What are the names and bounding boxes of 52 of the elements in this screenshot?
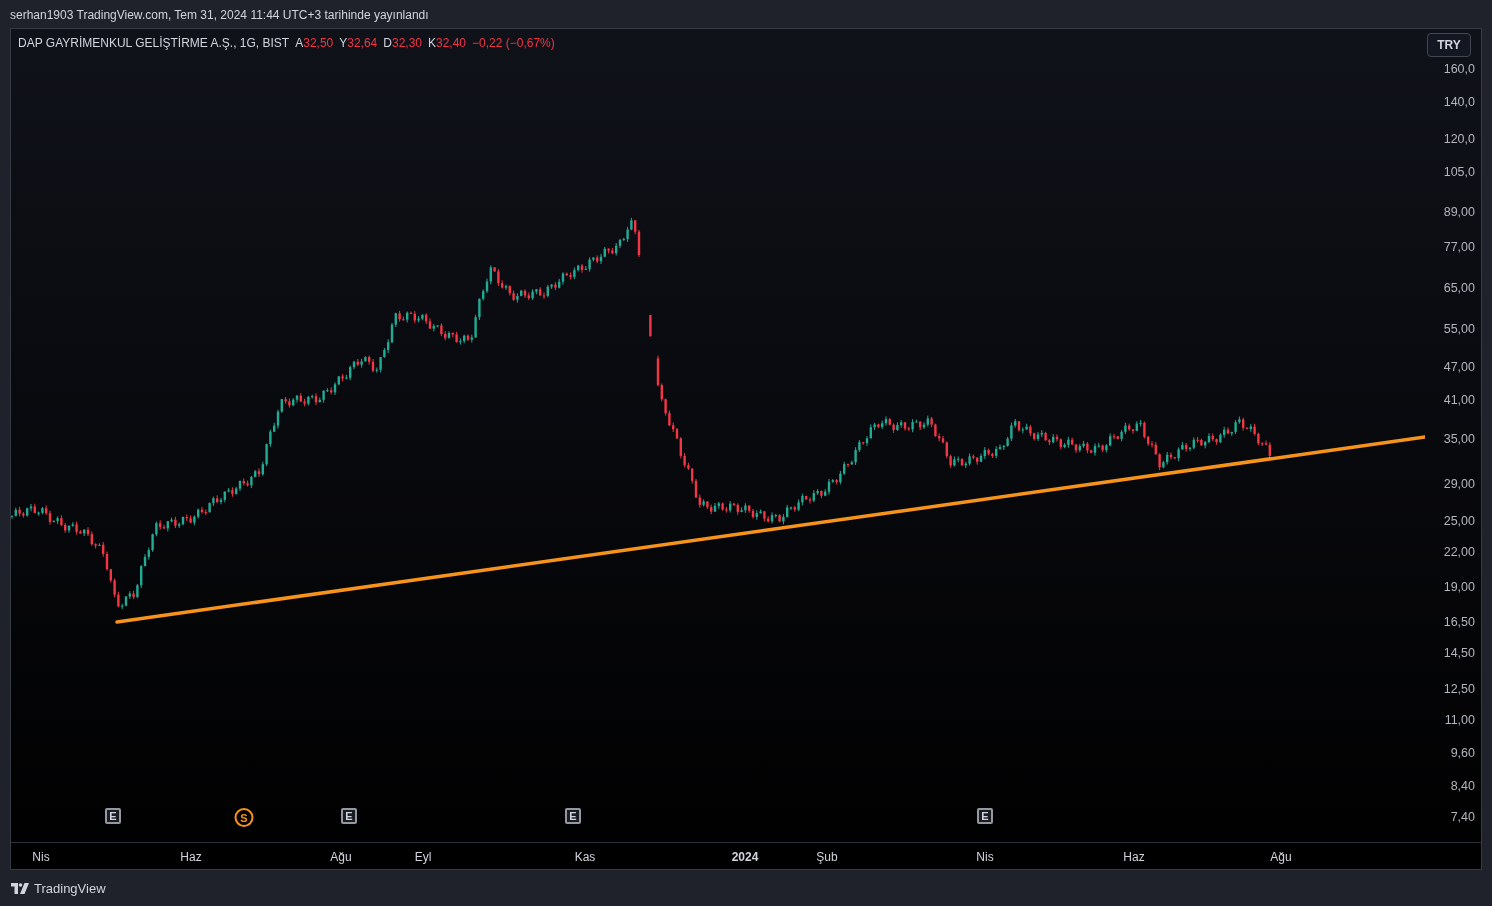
price-label: 25,00 bbox=[1443, 514, 1475, 528]
time-label: Kas bbox=[574, 850, 596, 864]
time-label: Nis bbox=[32, 850, 50, 864]
trend-line[interactable] bbox=[115, 435, 1425, 624]
price-label: 120,0 bbox=[1443, 132, 1475, 146]
ohlc-value: 32,40 bbox=[436, 36, 467, 50]
price-label: 14,50 bbox=[1443, 646, 1475, 660]
time-label: Şub bbox=[816, 850, 838, 864]
price-label: 77,00 bbox=[1443, 240, 1475, 254]
time-label: Haz bbox=[1123, 850, 1145, 864]
price-change: −0,22 (−0,67%) bbox=[472, 36, 555, 50]
price-label: 140,0 bbox=[1443, 95, 1475, 109]
ohlc-label: A bbox=[295, 36, 304, 50]
price-label: 105,0 bbox=[1443, 165, 1475, 179]
split-marker[interactable]: S bbox=[234, 808, 254, 827]
time-label: Nis bbox=[976, 850, 994, 864]
time-label: Ağu bbox=[1270, 850, 1292, 864]
price-label: 11,00 bbox=[1444, 713, 1475, 727]
price-label: 160,0 bbox=[1443, 62, 1475, 76]
price-label: 16,50 bbox=[1443, 615, 1475, 629]
price-label: 65,00 bbox=[1443, 281, 1475, 295]
publish-info: serhan1903 TradingView.com, Tem 31, 2024 11:44 UTC+3 tarihinde yayınlandı bbox=[10, 8, 429, 22]
symbol-title: DAP GAYRİMENKUL GELİŞTİRME A.Ş., 1G, BIST bbox=[18, 36, 290, 50]
ohlc-label: Y bbox=[339, 36, 348, 50]
time-label: 2024 bbox=[731, 850, 759, 864]
price-label: 29,00 bbox=[1443, 477, 1475, 491]
price-label: 7,40 bbox=[1450, 810, 1475, 824]
earnings-marker[interactable]: E bbox=[977, 808, 993, 824]
earnings-marker[interactable]: E bbox=[105, 808, 121, 824]
price-label: 8,40 bbox=[1450, 779, 1475, 793]
tradingview-logo-icon bbox=[11, 882, 29, 894]
currency-button[interactable]: TRY bbox=[1427, 33, 1471, 57]
time-label: Ağu bbox=[330, 850, 352, 864]
price-label: 22,00 bbox=[1443, 545, 1475, 559]
price-label: 9,60 bbox=[1450, 746, 1475, 760]
ohlc-value: 32,30 bbox=[391, 36, 422, 50]
tradingview-brand[interactable]: TradingView bbox=[34, 880, 106, 896]
ohlc-value: 32,50 bbox=[303, 36, 334, 50]
time-label: Haz bbox=[180, 850, 202, 864]
earnings-marker[interactable]: E bbox=[341, 808, 357, 824]
ohlc-value: 32,64 bbox=[347, 36, 378, 50]
price-label: 89,00 bbox=[1443, 205, 1475, 219]
price-label: 47,00 bbox=[1443, 360, 1475, 374]
price-label: 55,00 bbox=[1443, 322, 1475, 336]
price-label: 12,50 bbox=[1443, 682, 1475, 696]
ohlc-label: K bbox=[428, 36, 436, 50]
time-label: Eyl bbox=[414, 850, 432, 864]
price-label: 35,00 bbox=[1443, 432, 1475, 446]
ohlc-label: D bbox=[383, 36, 392, 50]
earnings-marker[interactable]: E bbox=[565, 808, 581, 824]
price-label: 19,00 bbox=[1443, 580, 1475, 594]
price-label: 41,00 bbox=[1443, 393, 1475, 407]
